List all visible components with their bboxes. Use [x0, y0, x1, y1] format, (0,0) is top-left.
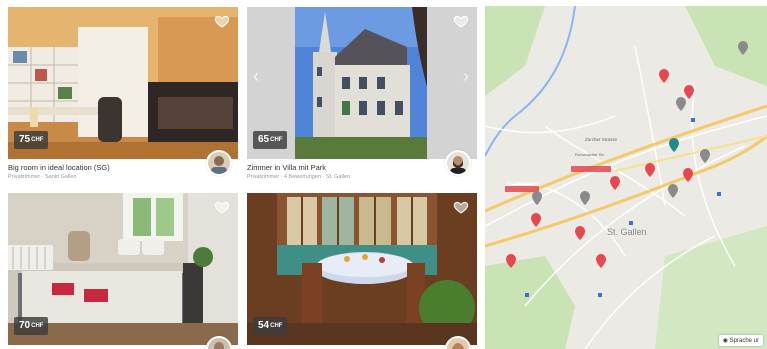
listing-photo[interactable]: ‹ › 65CHF — [247, 7, 477, 159]
price-value: 75 — [19, 134, 31, 145]
search-results-page: 75CHF Big room in ideal location (SG) Pr… — [0, 0, 767, 349]
map-language-link[interactable]: ◉ Sprache ur — [718, 335, 763, 346]
favorite-heart-icon[interactable] — [453, 199, 469, 215]
host-avatar[interactable] — [445, 150, 471, 176]
listing-title[interactable]: Big room in ideal location (SG) — [8, 163, 203, 173]
listing-photo[interactable]: 70CHF — [8, 193, 238, 345]
price-currency: CHF — [270, 137, 283, 143]
map-street-label: Rorschacher Str. — [575, 152, 605, 157]
listing-card[interactable]: ‹ › 65CHF Zimmer in Villa mit Park Priva… — [247, 7, 477, 187]
price-currency: CHF — [31, 323, 44, 329]
listing-photo[interactable]: 75CHF — [8, 7, 238, 159]
listing-card[interactable]: 70CHF — [8, 193, 238, 349]
price-tag: 75CHF — [14, 131, 49, 149]
price-tag: 54CHF — [253, 317, 288, 335]
prev-photo-arrow-icon[interactable]: ‹ — [253, 67, 259, 85]
listing-subtitle: Privatzimmer · Sankt Gallen — [8, 174, 77, 180]
price-tag: 70CHF — [14, 317, 49, 335]
map-city-label: St. Gallen — [607, 227, 647, 237]
listing-card[interactable]: 54CHF — [247, 193, 477, 349]
price-value: 54 — [258, 320, 270, 331]
host-avatar[interactable] — [206, 150, 232, 176]
listing-info: Zimmer in Villa mit Park Privatzimmer · … — [247, 163, 442, 182]
listing-title[interactable]: Zimmer in Villa mit Park — [247, 163, 442, 173]
map-link-label: Sprache ur — [729, 338, 759, 344]
price-tag: 65CHF — [253, 131, 288, 149]
listing-card[interactable]: 75CHF Big room in ideal location (SG) Pr… — [8, 7, 238, 187]
map-street-label: Zürcher Strasse — [585, 137, 618, 142]
map-canvas[interactable]: St. Gallen Zürcher Strasse Rorschacher S… — [485, 6, 767, 349]
favorite-heart-icon[interactable] — [453, 13, 469, 29]
map-panel[interactable]: St. Gallen Zürcher Strasse Rorschacher S… — [485, 6, 767, 349]
price-currency: CHF — [31, 137, 44, 143]
map-street-label: St. Gallen Haggen — [507, 180, 540, 185]
price-value: 70 — [19, 320, 31, 331]
favorite-heart-icon[interactable] — [214, 13, 230, 29]
next-photo-arrow-icon[interactable]: › — [463, 67, 469, 85]
favorite-heart-icon[interactable] — [214, 199, 230, 215]
price-currency: CHF — [270, 323, 283, 329]
listing-photo[interactable]: 54CHF — [247, 193, 477, 345]
listing-subtitle: Privatzimmer · 4 Bewertungen · St. Galle… — [247, 174, 351, 180]
listing-info: Big room in ideal location (SG) Privatzi… — [8, 163, 203, 182]
price-value: 65 — [258, 134, 270, 145]
